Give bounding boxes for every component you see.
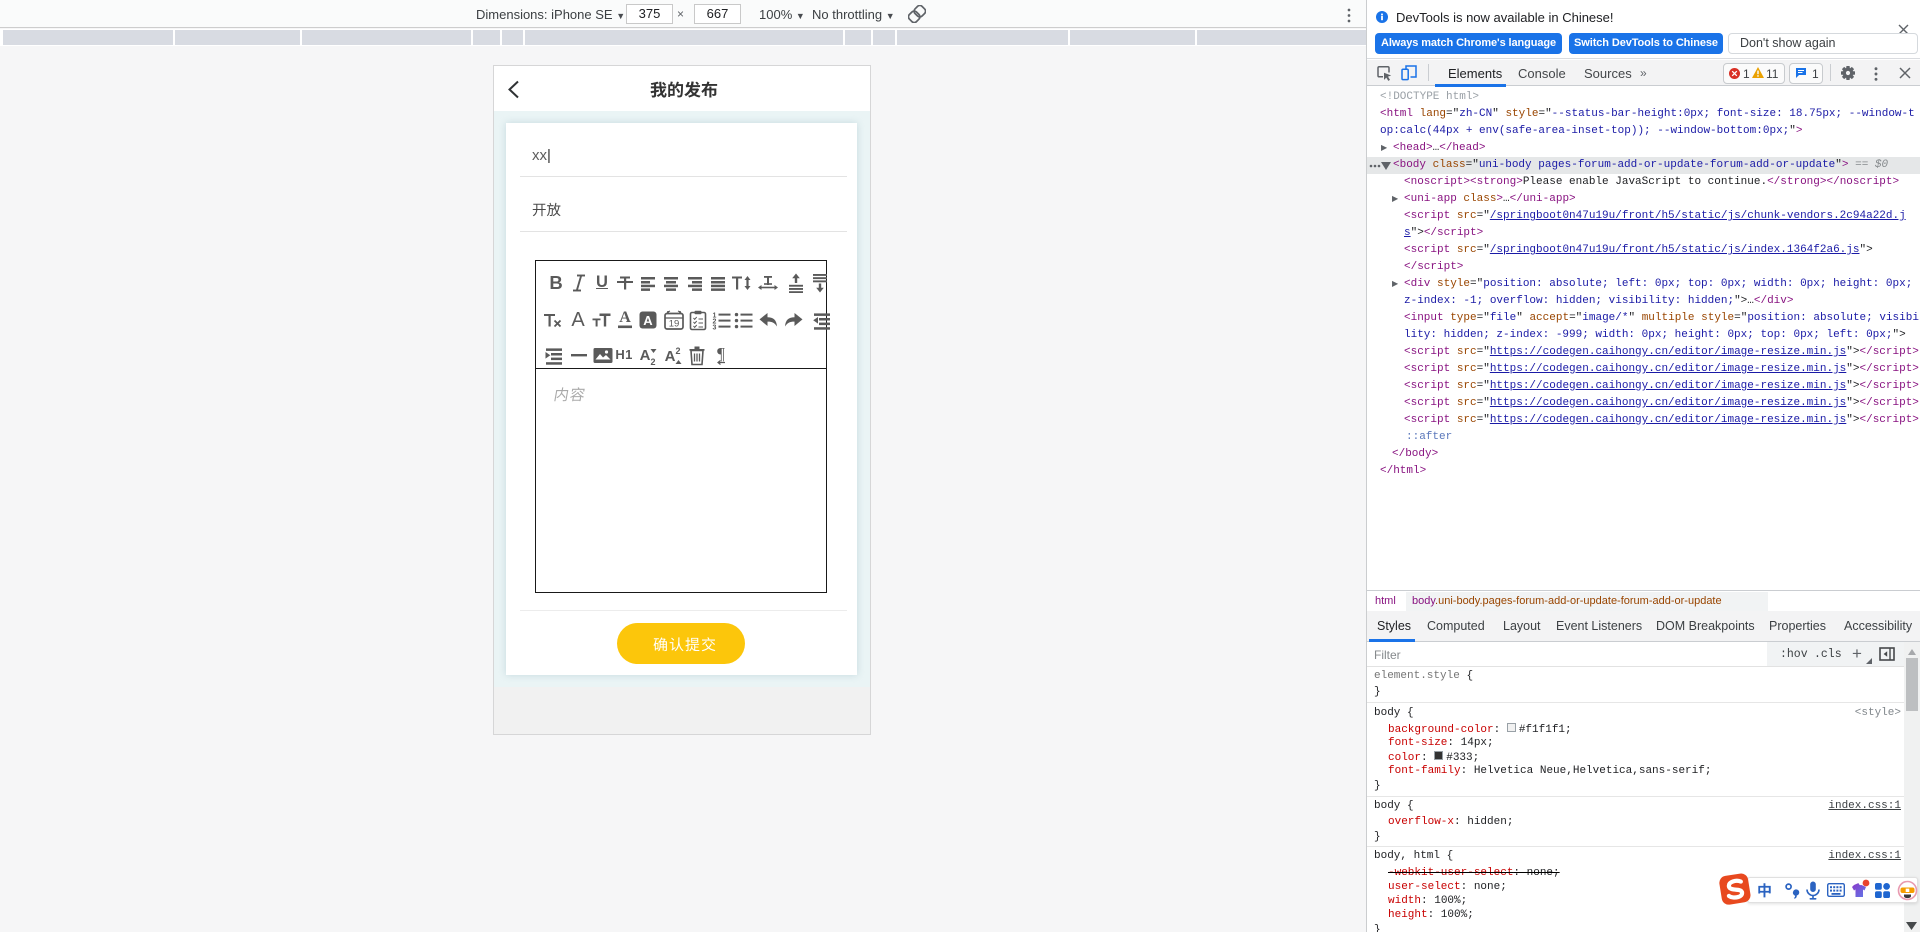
svg-text:¶: ¶ — [717, 344, 725, 363]
svg-text:A: A — [640, 347, 651, 364]
svg-text:2: 2 — [675, 346, 680, 356]
svg-text:3: 3 — [713, 325, 717, 331]
svg-text:A: A — [643, 313, 653, 328]
svg-text:2: 2 — [650, 357, 655, 366]
svg-text:A: A — [665, 348, 676, 365]
svg-text:19: 19 — [669, 319, 680, 330]
